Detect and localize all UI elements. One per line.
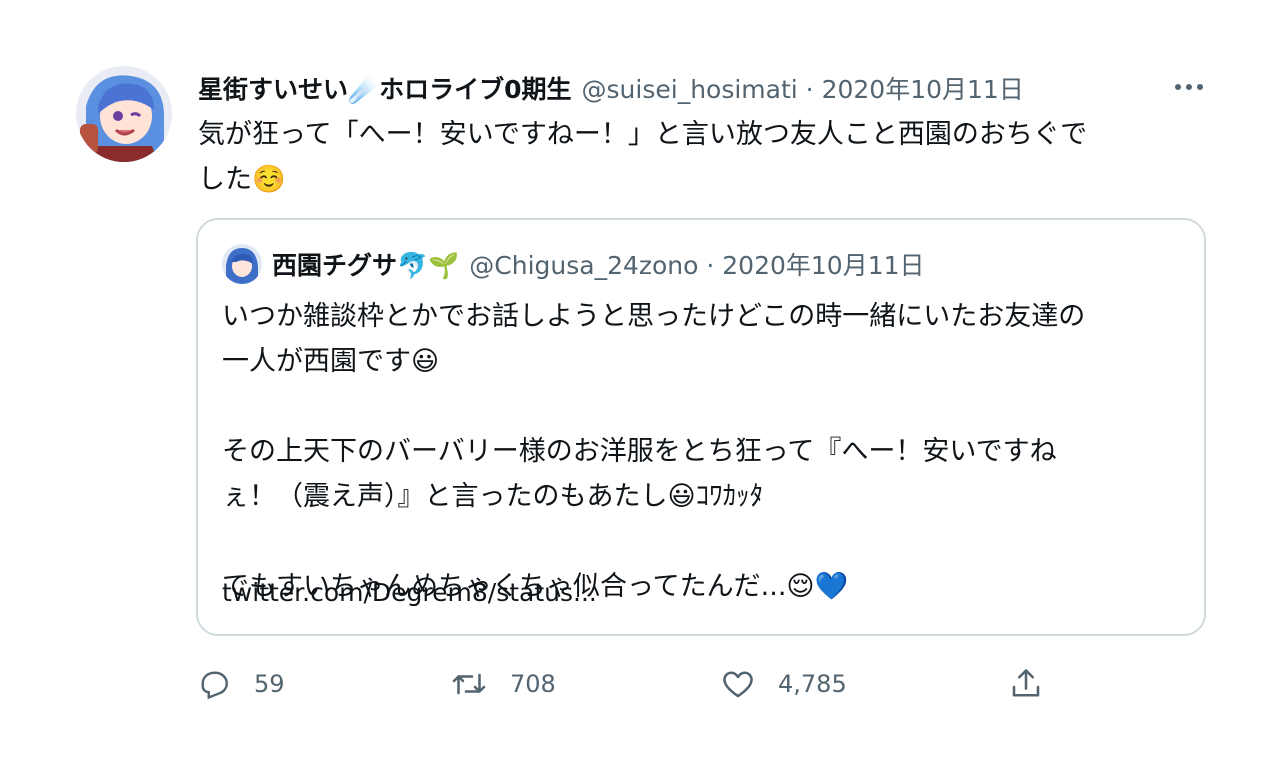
reply-icon: [201, 671, 228, 700]
share-button[interactable]: [1008, 662, 1044, 706]
reply-button[interactable]: 59: [196, 662, 285, 706]
quoted-text: いつか雑談枠とかでお話しようと思ったけどこの時一緒にいたお友達の 一人が西園です…: [222, 301, 1086, 602]
like-button[interactable]: 4,785: [720, 662, 847, 706]
quoted-header: 西園チグサ🐬🌱 @Chigusa_24zono · 2020年10月11日: [222, 244, 925, 284]
author-handle-date[interactable]: @suisei_hosimati · 2020年10月11日: [582, 70, 1024, 106]
quoted-handle-date[interactable]: @Chigusa_24zono · 2020年10月11日: [469, 246, 924, 282]
quoted-avatar-image: [222, 244, 262, 284]
action-bar: 59 708 4,785: [196, 662, 1096, 706]
retweet-icon: [452, 673, 486, 695]
tweet-avatar[interactable]: [76, 66, 172, 162]
share-icon: [1012, 669, 1040, 697]
retweet-button[interactable]: 708: [450, 662, 556, 706]
like-count: 4,785: [778, 670, 847, 698]
quoted-link[interactable]: twitter.com/Degrem8/status...: [222, 578, 597, 607]
quoted-author-name[interactable]: 西園チグサ🐬🌱: [272, 246, 459, 282]
more-dots-icon: [1175, 84, 1203, 90]
heart-icon: [723, 671, 753, 698]
quoted-avatar: [222, 244, 262, 284]
quoted-tweet[interactable]: 西園チグサ🐬🌱 @Chigusa_24zono · 2020年10月11日 いつ…: [196, 218, 1206, 636]
retweet-count: 708: [510, 670, 556, 698]
tweet-text: 気が狂って「へー！安いですねー！」と言い放つ友人こと西園のおちぐで した☺️: [198, 119, 1088, 195]
tweet-header: 星街すいせい☄️ホロライブ0期生 @suisei_hosimati · 2020…: [198, 70, 1024, 106]
author-name[interactable]: 星街すいせい☄️ホロライブ0期生: [198, 70, 572, 106]
avatar-image: [76, 66, 172, 162]
more-button[interactable]: [1168, 72, 1210, 102]
reply-count: 59: [254, 670, 285, 698]
